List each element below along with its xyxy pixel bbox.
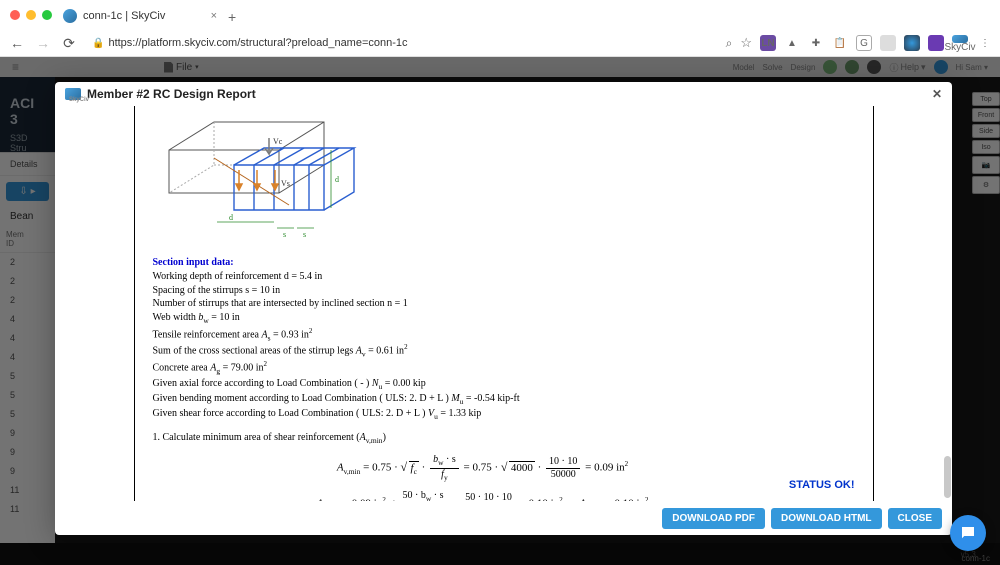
search-icon[interactable]: ⌕ <box>726 36 733 51</box>
back-button[interactable]: ← <box>8 35 26 51</box>
status-ok-label: STATUS OK! <box>789 479 855 491</box>
svg-text:Vs: Vs <box>281 179 290 188</box>
ext-circle-icon[interactable] <box>880 35 896 51</box>
tab-close-icon[interactable]: × <box>211 10 217 22</box>
ext-plus-icon[interactable]: ✚ <box>808 35 824 51</box>
url-text: https://platform.skyciv.com/structural?p… <box>108 37 407 49</box>
modal-body: Vc Vs d d s s <box>55 106 952 501</box>
ext-flame-icon[interactable]: ▲ <box>784 35 800 51</box>
scrollbar-thumb[interactable] <box>944 456 951 498</box>
input-as: Tensile reinforcement area As = 0.93 in2 <box>153 327 813 344</box>
ext-ln-icon[interactable]: LN <box>760 35 776 51</box>
step-1: 1. Calculate minimum area of shear reinf… <box>153 431 813 446</box>
tab-title: conn-1c | SkyCiv <box>83 10 165 22</box>
svg-text:d: d <box>335 175 339 184</box>
maximize-window[interactable] <box>42 10 52 20</box>
report-modal: SkyCiv Member #2 RC Design Report ✕ <box>55 82 952 535</box>
window-controls <box>10 10 52 20</box>
close-button[interactable]: CLOSE <box>888 508 942 529</box>
new-tab-button[interactable]: + <box>228 9 236 25</box>
modal-header: SkyCiv Member #2 RC Design Report ✕ <box>55 82 952 106</box>
ext-doc-icon[interactable]: 📋 <box>832 35 848 51</box>
browser-chrome: conn-1c | SkyCiv × + ← → ⟳ 🔒 https://pla… <box>0 0 1000 57</box>
beam-diagram: Vc Vs d d s s <box>159 110 359 245</box>
input-d: Working depth of reinforcement d = 5.4 i… <box>153 270 813 284</box>
svg-text:Vc: Vc <box>273 137 283 146</box>
close-window[interactable] <box>10 10 20 20</box>
input-n: Number of stirrups that are intersected … <box>153 297 813 311</box>
bookmark-star-icon[interactable]: ☆ <box>740 35 752 51</box>
section-heading: Section input data: <box>153 256 813 270</box>
ext-skyciv-icon[interactable]: SkyCiv <box>952 35 968 51</box>
minimize-window[interactable] <box>26 10 36 20</box>
input-ag: Concrete area Ag = 79.00 in2 <box>153 360 813 377</box>
browser-tab[interactable]: conn-1c | SkyCiv × <box>55 5 225 27</box>
lock-icon: 🔒 <box>92 38 104 49</box>
modal-scrollbar[interactable] <box>943 106 951 501</box>
download-html-button[interactable]: DOWNLOAD HTML <box>771 508 882 529</box>
input-nu: Given axial force according to Load Comb… <box>153 377 813 392</box>
chat-widget[interactable] <box>950 515 986 551</box>
ext-blue-icon[interactable] <box>904 35 920 51</box>
svg-text:s: s <box>303 230 306 239</box>
reload-button[interactable]: ⟳ <box>60 35 78 52</box>
browser-menu-icon[interactable]: ⋮ <box>976 35 992 51</box>
ext-cal-icon[interactable]: G <box>856 35 872 51</box>
input-mu: Given bending moment according to Load C… <box>153 392 813 407</box>
download-pdf-button[interactable]: DOWNLOAD PDF <box>662 508 765 529</box>
extension-icons: LN ▲ ✚ 📋 G SkyCiv ⋮ <box>760 35 992 51</box>
ext-hex-icon[interactable] <box>928 35 944 51</box>
address-bar[interactable]: 🔒 https://platform.skyciv.com/structural… <box>86 32 718 54</box>
report-page: Vc Vs d d s s <box>134 106 874 501</box>
forward-button[interactable]: → <box>34 35 52 51</box>
input-vu: Given shear force according to Load Comb… <box>153 407 813 422</box>
chat-icon <box>959 524 977 542</box>
svg-text:s: s <box>283 230 286 239</box>
equation-1: Av,min = 0.75 · fc · bw · sfy = 0.75 · 4… <box>153 454 813 482</box>
input-av: Sum of the cross sectional areas of the … <box>153 343 813 360</box>
input-bw: Web width bw = 10 in <box>153 311 813 326</box>
input-s: Spacing of the stirrups s = 10 in <box>153 284 813 298</box>
svg-text:d: d <box>229 213 233 222</box>
tab-favicon <box>63 9 77 23</box>
modal-close-button[interactable]: ✕ <box>932 87 942 101</box>
modal-footer: DOWNLOAD PDF DOWNLOAD HTML CLOSE <box>55 501 952 535</box>
equation-2: Av,min = 0.09 in2 < 50 · bw · sfy = 50 ·… <box>153 490 813 501</box>
browser-toolbar: ← → ⟳ 🔒 https://platform.skyciv.com/stru… <box>0 30 1000 57</box>
modal-logo-text: SkyCiv <box>69 97 89 103</box>
modal-title: Member #2 RC Design Report <box>87 87 256 101</box>
